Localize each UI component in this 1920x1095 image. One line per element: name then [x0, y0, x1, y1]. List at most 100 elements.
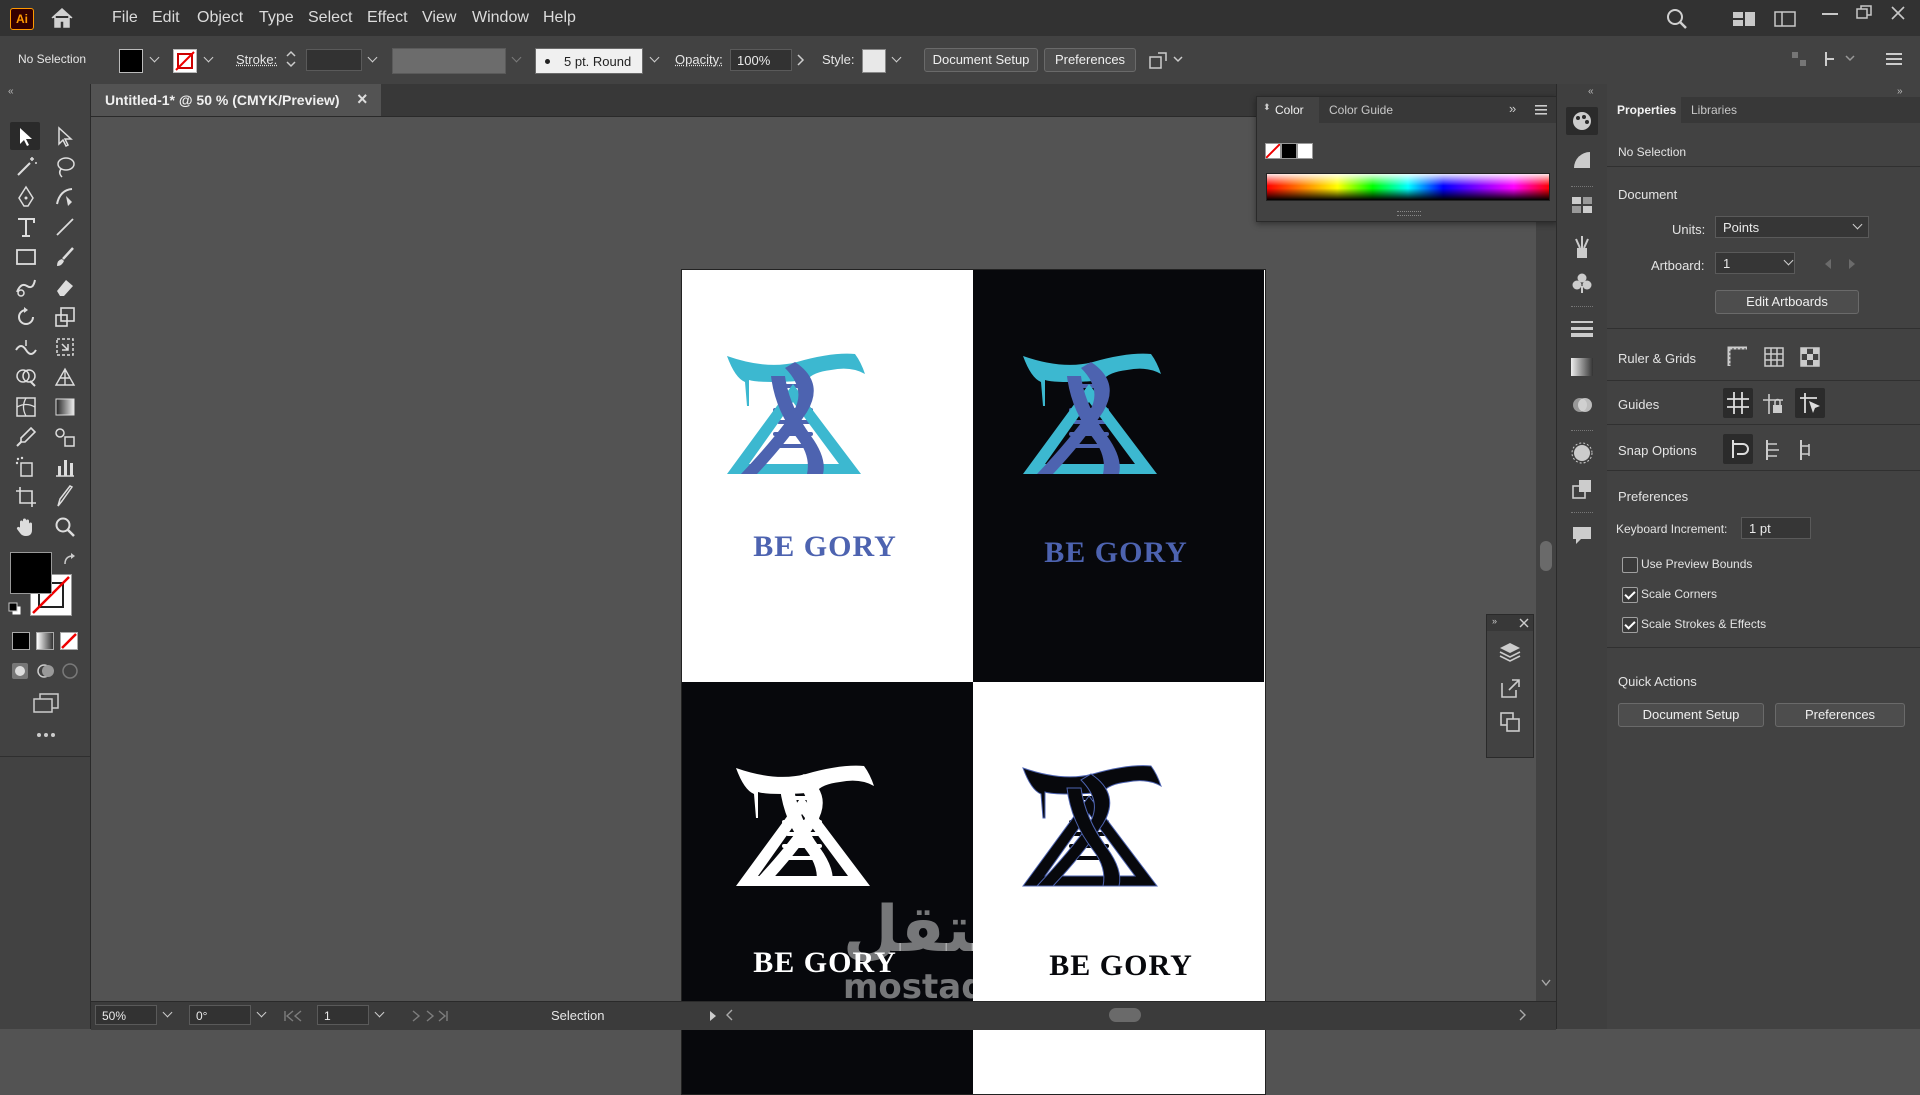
color-panel-menu-icon[interactable] [1535, 105, 1547, 115]
expand-floating-panel-icon[interactable]: » [1492, 616, 1497, 626]
zoom-tool-icon[interactable] [52, 514, 78, 540]
isolate-icon[interactable] [1146, 49, 1186, 71]
screen-mode-icon[interactable] [32, 692, 60, 714]
variable-width-profile[interactable] [392, 48, 506, 74]
snap-to-grid-icon[interactable] [1761, 438, 1785, 462]
rotate-tool-icon[interactable] [13, 304, 39, 330]
menu-edit[interactable]: Edit [152, 9, 180, 27]
menu-object[interactable]: Object [197, 9, 243, 27]
line-segment-tool-icon[interactable] [52, 214, 78, 240]
fill-swatch[interactable] [119, 49, 143, 73]
canvas[interactable]: BE GORY BE GORY BE GORY BE GORY مستقل mo… [91, 117, 1531, 1001]
menu-effect[interactable]: Effect [367, 9, 408, 27]
close-window-icon[interactable] [1890, 5, 1906, 21]
horizontal-scroll-thumb[interactable] [1109, 1008, 1141, 1022]
panel-expand-icon[interactable]: » [1509, 101, 1516, 116]
snap-to-pixel-icon[interactable] [1822, 50, 1858, 68]
stroke-label[interactable]: Stroke: [236, 52, 277, 67]
zoom-chevron-icon[interactable] [161, 1007, 175, 1021]
eyedropper-tool-icon[interactable] [13, 424, 39, 450]
collapse-properties-icon[interactable]: » [1897, 86, 1903, 97]
scroll-thumb[interactable] [1540, 541, 1552, 571]
minimize-icon[interactable] [1822, 13, 1838, 17]
ruler-icon[interactable] [1727, 346, 1749, 368]
swatches-icon[interactable] [1571, 196, 1593, 214]
column-graph-tool-icon[interactable] [52, 454, 78, 480]
scroll-left-icon[interactable] [725, 1009, 733, 1021]
rectangle-tool-icon[interactable] [13, 244, 39, 270]
color-guide-tab[interactable]: Color Guide [1329, 103, 1393, 117]
opacity-label[interactable]: Opacity: [675, 52, 723, 67]
brush-definition[interactable]: 5 pt. Round [535, 48, 643, 74]
edit-toolbar-more-icon[interactable] [36, 732, 56, 738]
eraser-tool-icon[interactable] [52, 274, 78, 300]
direct-selection-tool-icon[interactable] [52, 124, 78, 150]
close-tab-icon[interactable]: × [357, 89, 368, 110]
properties-tab[interactable]: Properties [1607, 97, 1681, 123]
quick-document-setup-button[interactable]: Document Setup [1618, 703, 1764, 727]
artboards-panel-icon[interactable] [1499, 711, 1521, 733]
collapse-dock-icon[interactable]: « [1588, 86, 1594, 97]
perspective-grid-tool-icon[interactable] [52, 364, 78, 390]
style-swatch[interactable] [862, 49, 886, 73]
white-swatch[interactable] [1297, 143, 1313, 159]
next-artboard-icon[interactable] [409, 1010, 449, 1022]
menu-select[interactable]: Select [308, 9, 352, 27]
menu-file[interactable]: File [112, 9, 138, 27]
rotation-chevron-icon[interactable] [255, 1007, 269, 1021]
logo-variant-color-on-black[interactable]: BE GORY [973, 270, 1264, 682]
stroke-panel-icon[interactable] [1571, 320, 1593, 338]
scale-corners-checkbox[interactable] [1622, 587, 1638, 603]
home-icon[interactable] [50, 7, 74, 29]
free-transform-tool-icon[interactable] [52, 334, 78, 360]
blend-tool-icon[interactable] [52, 424, 78, 450]
comments-icon[interactable] [1571, 524, 1593, 546]
stroke-weight-chevron-icon[interactable] [366, 52, 380, 66]
color-tab[interactable]: ⬍ Color [1257, 97, 1319, 123]
snap-to-pixel-props-icon[interactable] [1795, 438, 1819, 462]
canvas-vertical-scrollbar[interactable] [1536, 117, 1556, 1001]
color-spectrum[interactable] [1266, 173, 1550, 201]
fill-dropdown-chevron-icon[interactable] [148, 52, 162, 66]
lasso-tool-icon[interactable] [52, 154, 78, 180]
logo-variant-white-on-black[interactable]: BE GORY [682, 682, 973, 1094]
quick-preferences-button[interactable]: Preferences [1775, 703, 1905, 727]
restore-icon[interactable] [1856, 5, 1872, 19]
menu-type[interactable]: Type [259, 9, 294, 27]
opacity-arrow-icon[interactable] [797, 54, 805, 66]
color-guide-icon[interactable] [1571, 149, 1593, 171]
style-chevron-icon[interactable] [890, 52, 904, 66]
draw-normal-icon[interactable] [10, 661, 30, 681]
document-tab[interactable]: Untitled-1* @ 50 % (CMYK/Preview) × [91, 84, 381, 116]
export-icon[interactable] [1499, 677, 1521, 699]
logo-variant-black-on-white[interactable]: BE GORY [973, 682, 1264, 1094]
symbols-icon[interactable] [1571, 272, 1593, 294]
type-tool-icon[interactable] [13, 214, 39, 240]
snap-to-point-icon-active[interactable] [1723, 434, 1753, 464]
color-panel-resize-grip[interactable] [1397, 211, 1421, 216]
scale-tool-icon[interactable] [52, 304, 78, 330]
close-floating-panel-icon[interactable] [1519, 618, 1529, 628]
workspace-switcher-icon[interactable] [1733, 12, 1755, 26]
preferences-button[interactable]: Preferences [1044, 48, 1136, 72]
status-menu-icon[interactable] [709, 1010, 717, 1022]
artboard-tool-icon[interactable] [13, 484, 39, 510]
scale-strokes-checkbox[interactable] [1622, 617, 1638, 633]
transparency-icon[interactable] [1571, 394, 1593, 416]
search-icon[interactable] [1666, 8, 1688, 30]
width-tool-icon[interactable] [13, 334, 39, 360]
menu-view[interactable]: View [422, 9, 456, 27]
gradient-tool-icon[interactable] [52, 394, 78, 420]
menu-help[interactable]: Help [543, 9, 576, 27]
collapse-toolbar-icon[interactable]: « [8, 86, 14, 97]
edit-artboards-button[interactable]: Edit Artboards [1715, 290, 1859, 314]
arrange-documents-icon[interactable] [1774, 11, 1796, 27]
stroke-swatch[interactable] [173, 49, 197, 73]
show-guides-icon-active[interactable] [1723, 388, 1753, 418]
keyboard-increment-field[interactable]: 1 pt [1741, 517, 1811, 539]
document-setup-button[interactable]: Document Setup [924, 48, 1038, 72]
rotation-field[interactable]: 0° [189, 1005, 251, 1025]
scroll-down-icon[interactable] [1541, 979, 1551, 987]
brushes-icon[interactable] [1571, 234, 1593, 260]
shape-builder-tool-icon[interactable] [13, 364, 39, 390]
